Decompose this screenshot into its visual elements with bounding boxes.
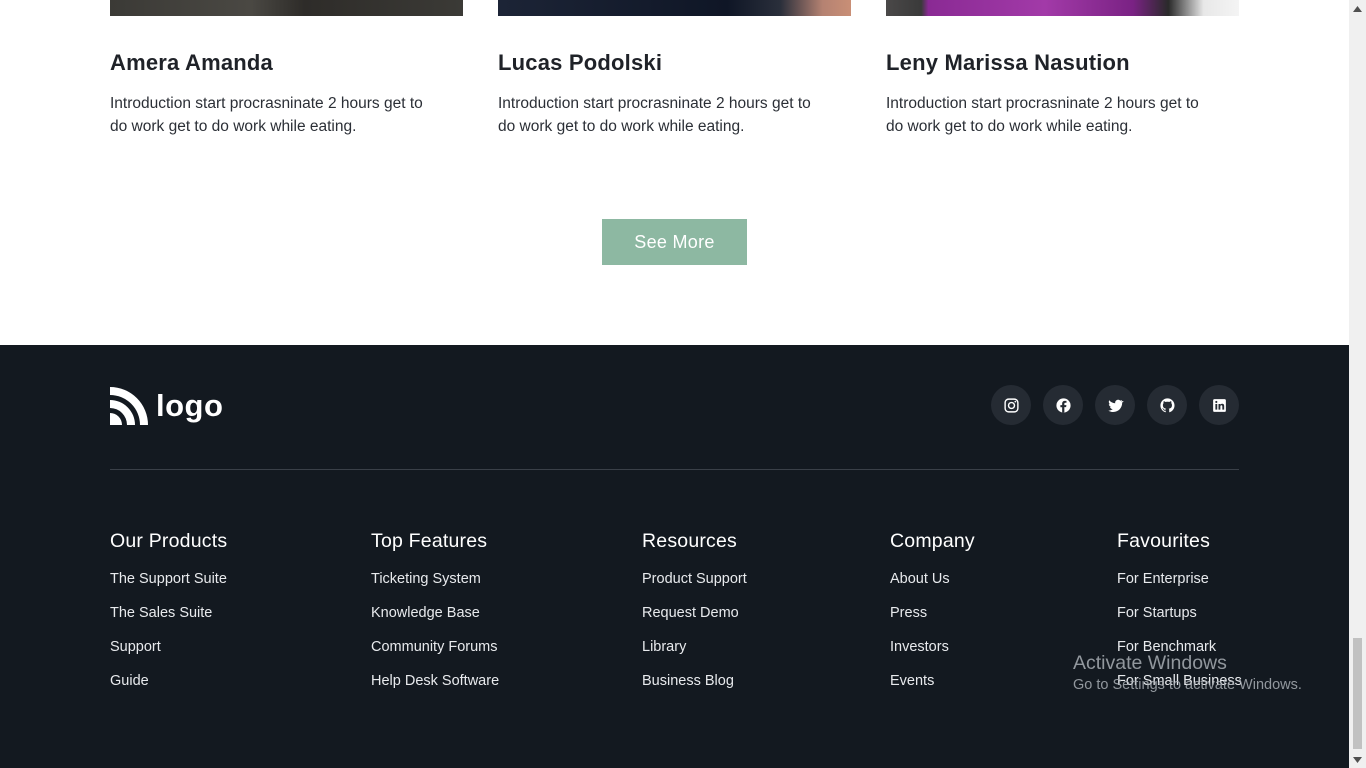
- chevron-up-icon: [1353, 5, 1362, 12]
- footer-link[interactable]: Library: [642, 639, 747, 656]
- column-links: The Support Suite The Sales Suite Suppor…: [110, 571, 227, 690]
- column-title: Favourites: [1117, 530, 1211, 552]
- column-links: Ticketing System Knowledge Base Communit…: [371, 571, 499, 690]
- instagram-icon: [1003, 397, 1019, 413]
- facebook-link[interactable]: [1043, 385, 1083, 425]
- instagram-link[interactable]: [991, 385, 1031, 425]
- footer-link-text[interactable]: The Sales Suite: [110, 605, 212, 621]
- footer-link-text[interactable]: For Enterprise: [1117, 571, 1209, 587]
- footer-link-text[interactable]: Investors: [890, 639, 949, 655]
- scroll-down-arrow[interactable]: [1349, 751, 1366, 768]
- footer-link-text[interactable]: Support: [110, 639, 161, 655]
- footer-link[interactable]: Knowledge Base: [371, 605, 499, 622]
- twitter-icon: [1107, 399, 1124, 412]
- team-member-name: Amera Amanda: [110, 50, 273, 75]
- team-photo: [886, 0, 1239, 16]
- team-member-description: Introduction start procrasninate 2 hours…: [498, 95, 811, 135]
- footer-link[interactable]: For Benchmark: [1117, 639, 1242, 656]
- column-links: For Enterprise For Startups For Benchmar…: [1117, 571, 1242, 690]
- facebook-icon: [1055, 397, 1071, 413]
- logo-mark-icon: [110, 387, 148, 425]
- column-links: About Us Press Investors Events: [890, 571, 975, 690]
- github-icon: [1159, 397, 1175, 412]
- linkedin-icon: [1212, 398, 1226, 412]
- footer-link-text[interactable]: Business Blog: [642, 673, 734, 689]
- footer-link[interactable]: Guide: [110, 673, 227, 690]
- vertical-scrollbar[interactable]: [1349, 0, 1366, 768]
- footer-link-text[interactable]: Request Demo: [642, 605, 739, 621]
- footer-column-top-features: Top Features Ticketing System Knowledge …: [371, 529, 499, 707]
- chevron-down-icon: [1353, 756, 1362, 763]
- footer-logo[interactable]: logo: [110, 387, 223, 425]
- footer-column-company: Company About Us Press Investors Events: [890, 529, 975, 707]
- footer-link[interactable]: About Us: [890, 571, 975, 588]
- footer-link-text[interactable]: For Benchmark: [1117, 639, 1216, 655]
- footer-link-text[interactable]: For Startups: [1117, 605, 1197, 621]
- footer-link[interactable]: Ticketing System: [371, 571, 499, 588]
- team-member-name: Lucas Podolski: [498, 50, 663, 75]
- footer-link[interactable]: The Support Suite: [110, 571, 227, 588]
- footer-link[interactable]: Help Desk Software: [371, 673, 499, 690]
- footer-link[interactable]: Press: [890, 605, 975, 622]
- footer-link-text[interactable]: The Support Suite: [110, 571, 227, 587]
- footer-link-text[interactable]: For Small Business: [1117, 673, 1242, 689]
- footer-link[interactable]: Events: [890, 673, 975, 690]
- page: Amera Amanda Introduction start procrasn…: [0, 0, 1349, 768]
- scroll-up-arrow[interactable]: [1349, 0, 1366, 17]
- team-cards: Amera Amanda Introduction start procrasn…: [110, 0, 1239, 200]
- team-card: Lucas Podolski Introduction start procra…: [498, 0, 851, 138]
- team-card: Amera Amanda Introduction start procrasn…: [110, 0, 463, 138]
- footer-link[interactable]: Support: [110, 639, 227, 656]
- column-title: Our Products: [110, 530, 228, 552]
- footer-divider: [110, 469, 1239, 470]
- footer-column-favourites: Favourites For Enterprise For Startups F…: [1117, 529, 1242, 707]
- footer-link[interactable]: Product Support: [642, 571, 747, 588]
- footer-link-text[interactable]: Knowledge Base: [371, 605, 480, 621]
- logo-text: logo: [156, 388, 224, 423]
- twitter-link[interactable]: [1095, 385, 1135, 425]
- linkedin-link[interactable]: [1199, 385, 1239, 425]
- team-photo: [498, 0, 851, 16]
- footer-link-text[interactable]: Product Support: [642, 571, 747, 587]
- see-more-button[interactable]: See More: [602, 219, 747, 265]
- footer-link[interactable]: Community Forums: [371, 639, 499, 656]
- footer-link[interactable]: Request Demo: [642, 605, 747, 622]
- footer-link[interactable]: For Startups: [1117, 605, 1242, 622]
- footer-column-resources: Resources Product Support Request Demo L…: [642, 529, 747, 707]
- footer-link[interactable]: Business Blog: [642, 673, 747, 690]
- footer-link[interactable]: For Small Business: [1117, 673, 1242, 690]
- team-card: Leny Marissa Nasution Introduction start…: [886, 0, 1239, 138]
- footer-link-text[interactable]: Guide: [110, 673, 149, 689]
- social-links: [991, 385, 1239, 425]
- footer-link-text[interactable]: Library: [642, 639, 686, 655]
- column-title: Resources: [642, 530, 738, 552]
- footer-link-text[interactable]: Community Forums: [371, 639, 498, 655]
- footer-link[interactable]: Investors: [890, 639, 975, 656]
- team-member-description: Introduction start procrasninate 2 hours…: [886, 95, 1199, 135]
- footer-link[interactable]: For Enterprise: [1117, 571, 1242, 588]
- column-title: Top Features: [371, 530, 488, 552]
- footer-link-text[interactable]: About Us: [890, 571, 950, 587]
- column-title: Company: [890, 530, 975, 552]
- team-member-name: Leny Marissa Nasution: [886, 50, 1130, 75]
- footer-column-our-products: Our Products The Support Suite The Sales…: [110, 529, 227, 707]
- footer-link-text[interactable]: Events: [890, 673, 934, 689]
- footer-link-text[interactable]: Help Desk Software: [371, 673, 499, 689]
- column-links: Product Support Request Demo Library Bus…: [642, 571, 747, 690]
- scrollbar-thumb[interactable]: [1353, 638, 1362, 749]
- footer-link-text[interactable]: Ticketing System: [371, 571, 481, 587]
- team-member-description: Introduction start procrasninate 2 hours…: [110, 95, 423, 135]
- footer-link-text[interactable]: Press: [890, 605, 927, 621]
- team-photo: [110, 0, 463, 16]
- github-link[interactable]: [1147, 385, 1187, 425]
- footer-link[interactable]: The Sales Suite: [110, 605, 227, 622]
- site-footer: logo Our Products The Support Suite The …: [0, 345, 1349, 768]
